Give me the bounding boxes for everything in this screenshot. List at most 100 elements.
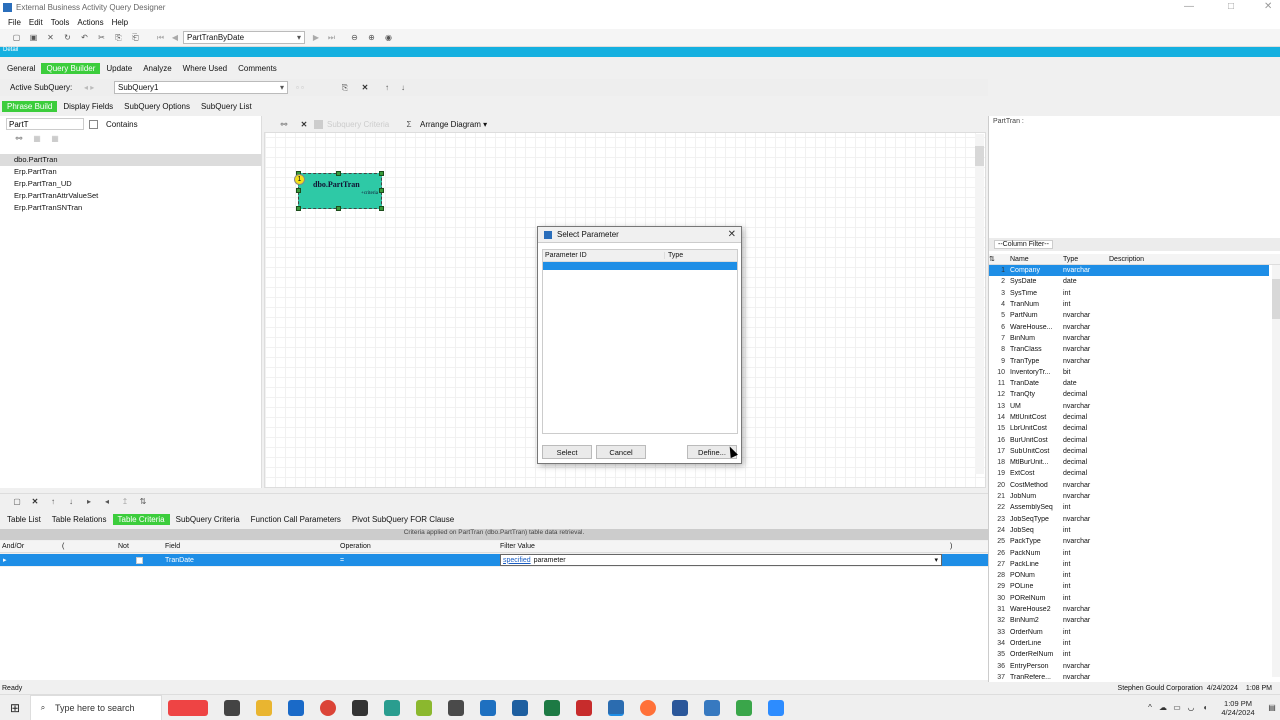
move-down-icon[interactable]: ↓ — [62, 497, 80, 506]
cloud-icon[interactable]: ☁ — [1156, 703, 1170, 712]
stop-icon[interactable]: ◉ — [380, 33, 397, 42]
maximize-icon[interactable]: □ — [1228, 1, 1234, 12]
network-icon[interactable] — [448, 699, 464, 716]
tab-phrase-build[interactable]: Phrase Build — [2, 101, 58, 112]
grid-icon[interactable]: ▦ — [28, 134, 46, 143]
terminal-icon[interactable] — [352, 699, 368, 716]
prev-record-icon[interactable]: ◀ — [169, 33, 181, 42]
column-row[interactable]: 1 Company nvarchar — [989, 265, 1269, 277]
tab-pivot-subquery[interactable]: Pivot SubQuery FOR Clause — [347, 514, 459, 525]
move-down-icon[interactable]: ↓ — [396, 83, 410, 92]
table-list-item[interactable]: Erp.PartTran — [0, 166, 261, 178]
tab-query-builder[interactable]: Query Builder — [41, 62, 101, 74]
move-up-icon[interactable]: ↑ — [378, 83, 396, 92]
back-icon[interactable]: ⊖ — [346, 33, 363, 42]
operation-header[interactable]: Operation — [340, 543, 500, 550]
next-record-icon[interactable]: ▶ — [309, 33, 323, 42]
tab-table-criteria[interactable]: Table Criteria — [112, 514, 170, 525]
tab-subquery-list[interactable]: SubQuery List — [196, 101, 257, 112]
tab-update[interactable]: Update — [101, 63, 137, 74]
column-row[interactable]: 27 PackLine int — [989, 559, 1269, 570]
column-row[interactable]: 7 BinNum nvarchar — [989, 333, 1269, 344]
menu-tools[interactable]: Tools — [51, 18, 70, 27]
tab-table-relations[interactable]: Table Relations — [47, 514, 112, 525]
column-row[interactable]: 14 MtlUnitCost decimal — [989, 412, 1269, 423]
canvas-scrollbar[interactable] — [975, 134, 984, 474]
column-row[interactable]: 13 UM nvarchar — [989, 401, 1269, 412]
tab-general[interactable]: General — [2, 63, 40, 74]
forward-icon[interactable]: ⊕ — [363, 33, 380, 42]
column-row[interactable]: 34 OrderLine int — [989, 638, 1269, 649]
menu-actions[interactable]: Actions — [77, 18, 103, 27]
tray-chevron-icon[interactable]: ^ — [1144, 703, 1156, 712]
query-selector[interactable]: PartTranByDate ▾ — [183, 31, 305, 44]
paren-open-header[interactable]: ( — [62, 543, 118, 550]
menu-file[interactable]: File — [8, 18, 21, 27]
resize-handle[interactable] — [336, 206, 341, 211]
erp-icon[interactable] — [512, 699, 528, 716]
specified-link[interactable]: specified — [503, 557, 531, 564]
acrobat-icon[interactable] — [576, 699, 592, 716]
table-search-input[interactable] — [6, 118, 84, 130]
vs-code-icon[interactable] — [480, 699, 496, 716]
notes-icon[interactable] — [416, 699, 432, 716]
table-list-item[interactable]: dbo.PartTran — [0, 154, 261, 166]
chrome-icon[interactable] — [320, 699, 336, 716]
operation-cell[interactable]: = — [340, 557, 500, 564]
tab-display-fields[interactable]: Display Fields — [58, 101, 118, 112]
minimize-icon[interactable]: — — [1184, 1, 1194, 12]
windows-start-icon[interactable]: ⊞ — [0, 701, 30, 715]
filter-value-header[interactable]: Filter Value — [500, 543, 950, 550]
table-list-item[interactable]: Erp.PartTranSNTran — [0, 202, 261, 214]
taskbar-search[interactable]: ⌕ Type here to search — [30, 694, 162, 720]
resize-handle[interactable] — [296, 188, 301, 193]
tab-table-list[interactable]: Table List — [2, 514, 46, 525]
column-row[interactable]: 6 WareHouse... nvarchar — [989, 321, 1269, 332]
name-header[interactable]: Name — [1007, 256, 1059, 263]
column-row[interactable]: 4 TranNum int — [989, 299, 1269, 310]
taskbar-clock[interactable]: 1:09 PM 4/24/2024 — [1212, 699, 1264, 717]
first-record-icon[interactable]: ⏮ — [152, 33, 169, 43]
cancel-button[interactable]: Cancel — [596, 445, 646, 459]
arrange-diagram-button[interactable]: Arrange Diagram ▾ — [420, 120, 487, 129]
epicor-icon[interactable] — [608, 699, 624, 716]
step-icon[interactable]: ↥ — [116, 497, 134, 506]
andor-header[interactable]: And/Or — [0, 543, 62, 550]
link-icon[interactable]: ⚯ — [10, 134, 28, 143]
not-checkbox[interactable] — [136, 556, 143, 564]
firefox-icon[interactable] — [640, 699, 656, 716]
column-row[interactable]: 30 PORelNum int — [989, 593, 1269, 604]
criteria-row[interactable]: ▸ TranDate = specified parameter ▾ — [0, 554, 988, 566]
resize-handle[interactable] — [379, 206, 384, 211]
close-icon[interactable]: ✕ — [728, 229, 736, 240]
column-filter-label[interactable]: --Column Filter-- — [994, 240, 1053, 249]
delete-subquery-icon[interactable]: ✕ — [352, 83, 378, 92]
last-record-icon[interactable]: ⏭ — [323, 33, 340, 43]
chevron-down-icon[interactable]: ▾ — [934, 556, 941, 564]
paren-close-header[interactable]: ) — [950, 543, 952, 550]
column-row[interactable]: 23 JobSeqType nvarchar — [989, 514, 1269, 525]
sort-icon[interactable]: ⇅ — [134, 497, 152, 506]
excel-icon[interactable] — [544, 699, 560, 716]
delete-criteria-icon[interactable]: ✕ — [26, 497, 44, 506]
volume-icon[interactable]: ◖ — [1198, 703, 1212, 712]
column-row[interactable]: 5 PartNum nvarchar — [989, 310, 1269, 321]
column-row[interactable]: 17 SubUnitCost decimal — [989, 446, 1269, 457]
column-row[interactable]: 32 BinNum2 nvarchar — [989, 615, 1269, 626]
column-row[interactable]: 24 JobSeq int — [989, 525, 1269, 536]
column-row[interactable]: 36 EntryPerson nvarchar — [989, 660, 1269, 671]
app3-icon[interactable] — [736, 699, 752, 716]
task-view-icon[interactable] — [224, 699, 240, 716]
paste-icon[interactable]: ⎗ — [127, 33, 144, 43]
cut-icon[interactable]: ✂ — [93, 33, 110, 42]
column-row[interactable]: 20 CostMethod nvarchar — [989, 480, 1269, 491]
column-row[interactable]: 33 OrderNum int — [989, 627, 1269, 638]
column-grid-scrollbar[interactable] — [1272, 265, 1280, 677]
column-row[interactable]: 15 LbrUnitCost decimal — [989, 423, 1269, 434]
field-cell[interactable]: TranDate — [165, 557, 340, 564]
indent-icon[interactable]: ▸ — [80, 497, 98, 506]
subquery-select[interactable]: SubQuery1 ▾ — [114, 81, 288, 94]
not-header[interactable]: Not — [118, 543, 165, 550]
outlook-icon[interactable] — [288, 699, 304, 716]
column-row[interactable]: 19 ExtCost decimal — [989, 468, 1269, 479]
